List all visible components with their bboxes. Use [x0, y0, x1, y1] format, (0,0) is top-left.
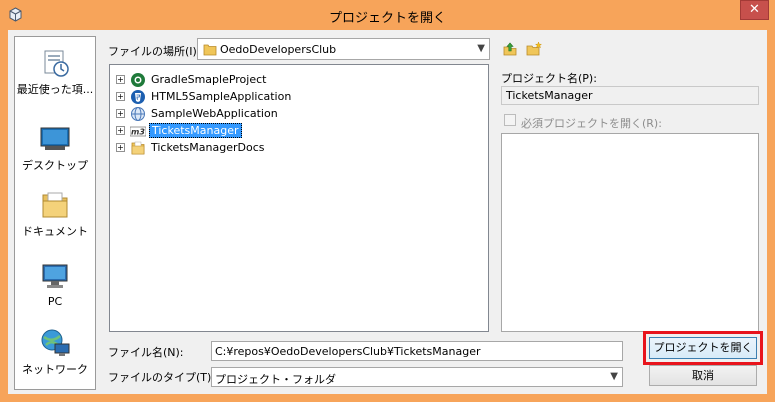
chevron-down-icon: ▼ [610, 371, 618, 382]
up-one-level-icon[interactable] [502, 41, 518, 57]
desktop-icon [40, 127, 70, 150]
expand-icon[interactable]: + [116, 109, 125, 118]
place-label: 最近使った項... [16, 83, 94, 96]
html5-project-icon [131, 90, 145, 104]
gradle-project-icon [131, 73, 145, 87]
chevron-down-icon: ▼ [477, 43, 485, 54]
place-network[interactable]: ネットワーク [15, 327, 95, 377]
folder-icon [203, 44, 217, 56]
place-desktop[interactable]: デスクトップ [15, 123, 95, 173]
location-label: ファイルの場所(I): [108, 45, 201, 58]
filetype-value: プロジェクト・フォルダ [215, 373, 336, 386]
expand-icon[interactable]: + [116, 75, 125, 84]
pc-icon [42, 264, 68, 288]
folder-icon [131, 141, 145, 155]
tree-item-label-selected: TicketsManager [149, 123, 242, 138]
tree-item-label: SampleWebApplication [151, 107, 278, 120]
svg-text:m3: m3 [131, 128, 145, 137]
filetype-combo[interactable]: プロジェクト・フォルダ ▼ [211, 367, 623, 387]
place-label: ネットワーク [22, 363, 88, 376]
project-name-label: プロジェクト名(P): [501, 72, 597, 85]
filename-input[interactable]: C:¥repos¥OedoDevelopersClub¥TicketsManag… [211, 341, 623, 361]
open-required-label: 必須プロジェクトを開く(R): [521, 117, 662, 130]
tree-item-label: GradleSmapleProject [151, 73, 267, 86]
place-pc[interactable]: PC [15, 261, 95, 308]
filename-label: ファイル名(N): [108, 346, 184, 359]
window-title: プロジェクトを開く [328, 11, 446, 26]
place-label: ドキュメント [22, 225, 88, 238]
highlight-box [643, 331, 763, 365]
tree-item-label: HTML5SampleApplication [151, 90, 292, 103]
recent-items-icon [44, 50, 69, 77]
expand-icon[interactable]: + [116, 126, 125, 135]
open-required-checkbox[interactable] [504, 114, 516, 126]
place-label: PC [47, 295, 63, 308]
filetype-label: ファイルのタイプ(T): [108, 371, 216, 384]
documents-icon [42, 192, 68, 218]
network-icon [41, 329, 70, 356]
new-folder-icon[interactable] [526, 41, 542, 57]
title-bar: プロジェクトを開く ✕ [0, 0, 775, 30]
place-documents[interactable]: ドキュメント [15, 189, 95, 239]
tree-item-label: TicketsManagerDocs [151, 141, 265, 154]
place-label: デスクトップ [22, 159, 88, 172]
project-name-field: TicketsManager [501, 86, 759, 105]
location-combo[interactable]: OedoDevelopersClub ▼ [197, 38, 490, 60]
place-recent[interactable]: 最近使った項... [15, 47, 95, 97]
maven-project-icon: m3 [130, 126, 146, 137]
web-project-icon [131, 107, 145, 121]
project-tree[interactable]: + GradleSmapleProject + HTML5SampleAppli… [109, 64, 489, 332]
close-button[interactable]: ✕ [740, 0, 769, 20]
places-bar: 最近使った項... デスクトップ ドキュメント PC ネットワーク [14, 36, 96, 390]
location-value: OedoDevelopersClub [220, 43, 337, 56]
required-projects-list[interactable] [501, 133, 759, 332]
cancel-button[interactable]: 取消 [649, 365, 757, 386]
expand-icon[interactable]: + [116, 143, 125, 152]
expand-icon[interactable]: + [116, 92, 125, 101]
